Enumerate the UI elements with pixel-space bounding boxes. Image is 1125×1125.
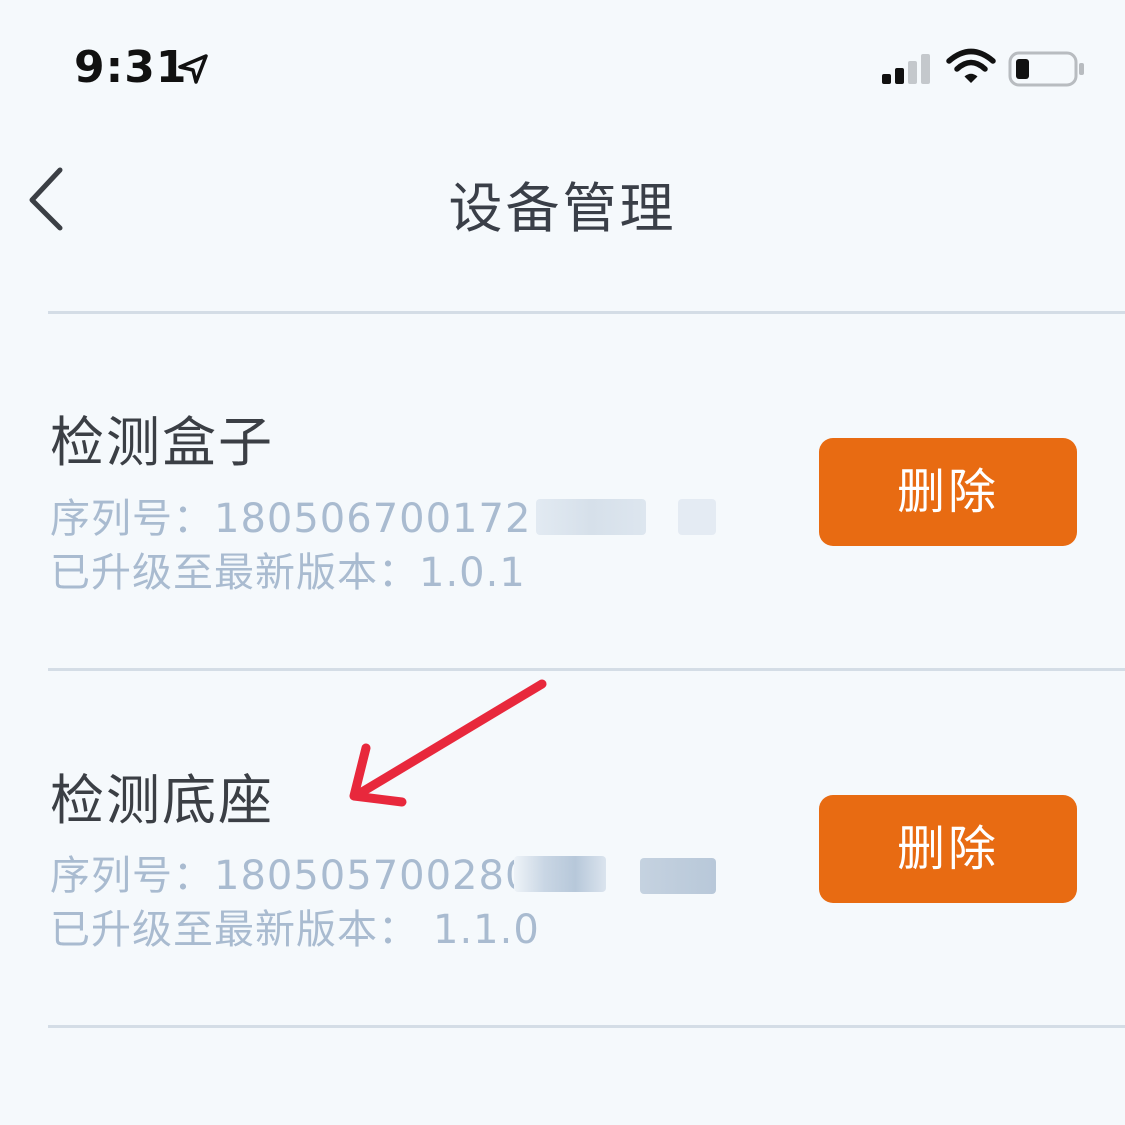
redaction-blur	[640, 858, 716, 894]
serial-label: 序列号：	[50, 496, 214, 542]
redaction-blur	[678, 499, 716, 535]
device-name: 检测底座	[50, 769, 274, 832]
serial-label: 序列号：	[50, 853, 214, 899]
divider	[48, 1025, 1125, 1028]
serial-number: 序列号：180506700172	[50, 486, 531, 544]
redaction-blur	[514, 856, 606, 892]
delete-button[interactable]: 删除	[819, 438, 1077, 546]
serial-value: 180506700172	[214, 496, 532, 542]
version-label: 已升级至最新版本：	[50, 907, 419, 953]
status-bar: 9:31	[0, 0, 1125, 132]
divider	[48, 311, 1125, 314]
wifi-icon	[946, 48, 996, 83]
version-label: 已升级至最新版本：	[50, 550, 419, 596]
delete-button[interactable]: 删除	[819, 795, 1077, 903]
location-arrow-icon	[178, 54, 208, 84]
version-info: 已升级至最新版本： 1.1.0	[50, 897, 540, 955]
device-name: 检测盒子	[50, 411, 274, 474]
serial-number: 序列号：180505700280	[50, 843, 531, 901]
cellular-signal-icon	[882, 54, 930, 84]
status-time: 9:31	[74, 42, 188, 93]
page-title: 设备管理	[448, 177, 677, 240]
version-value: 1.0.1	[419, 550, 526, 596]
battery-icon	[1008, 51, 1084, 87]
serial-value: 180505700280	[214, 853, 532, 899]
annotation-arrow-icon	[349, 679, 547, 807]
version-info: 已升级至最新版本：1.0.1	[50, 540, 526, 598]
version-value: 1.1.0	[433, 907, 540, 953]
redaction-blur	[536, 499, 646, 535]
divider	[48, 668, 1125, 671]
